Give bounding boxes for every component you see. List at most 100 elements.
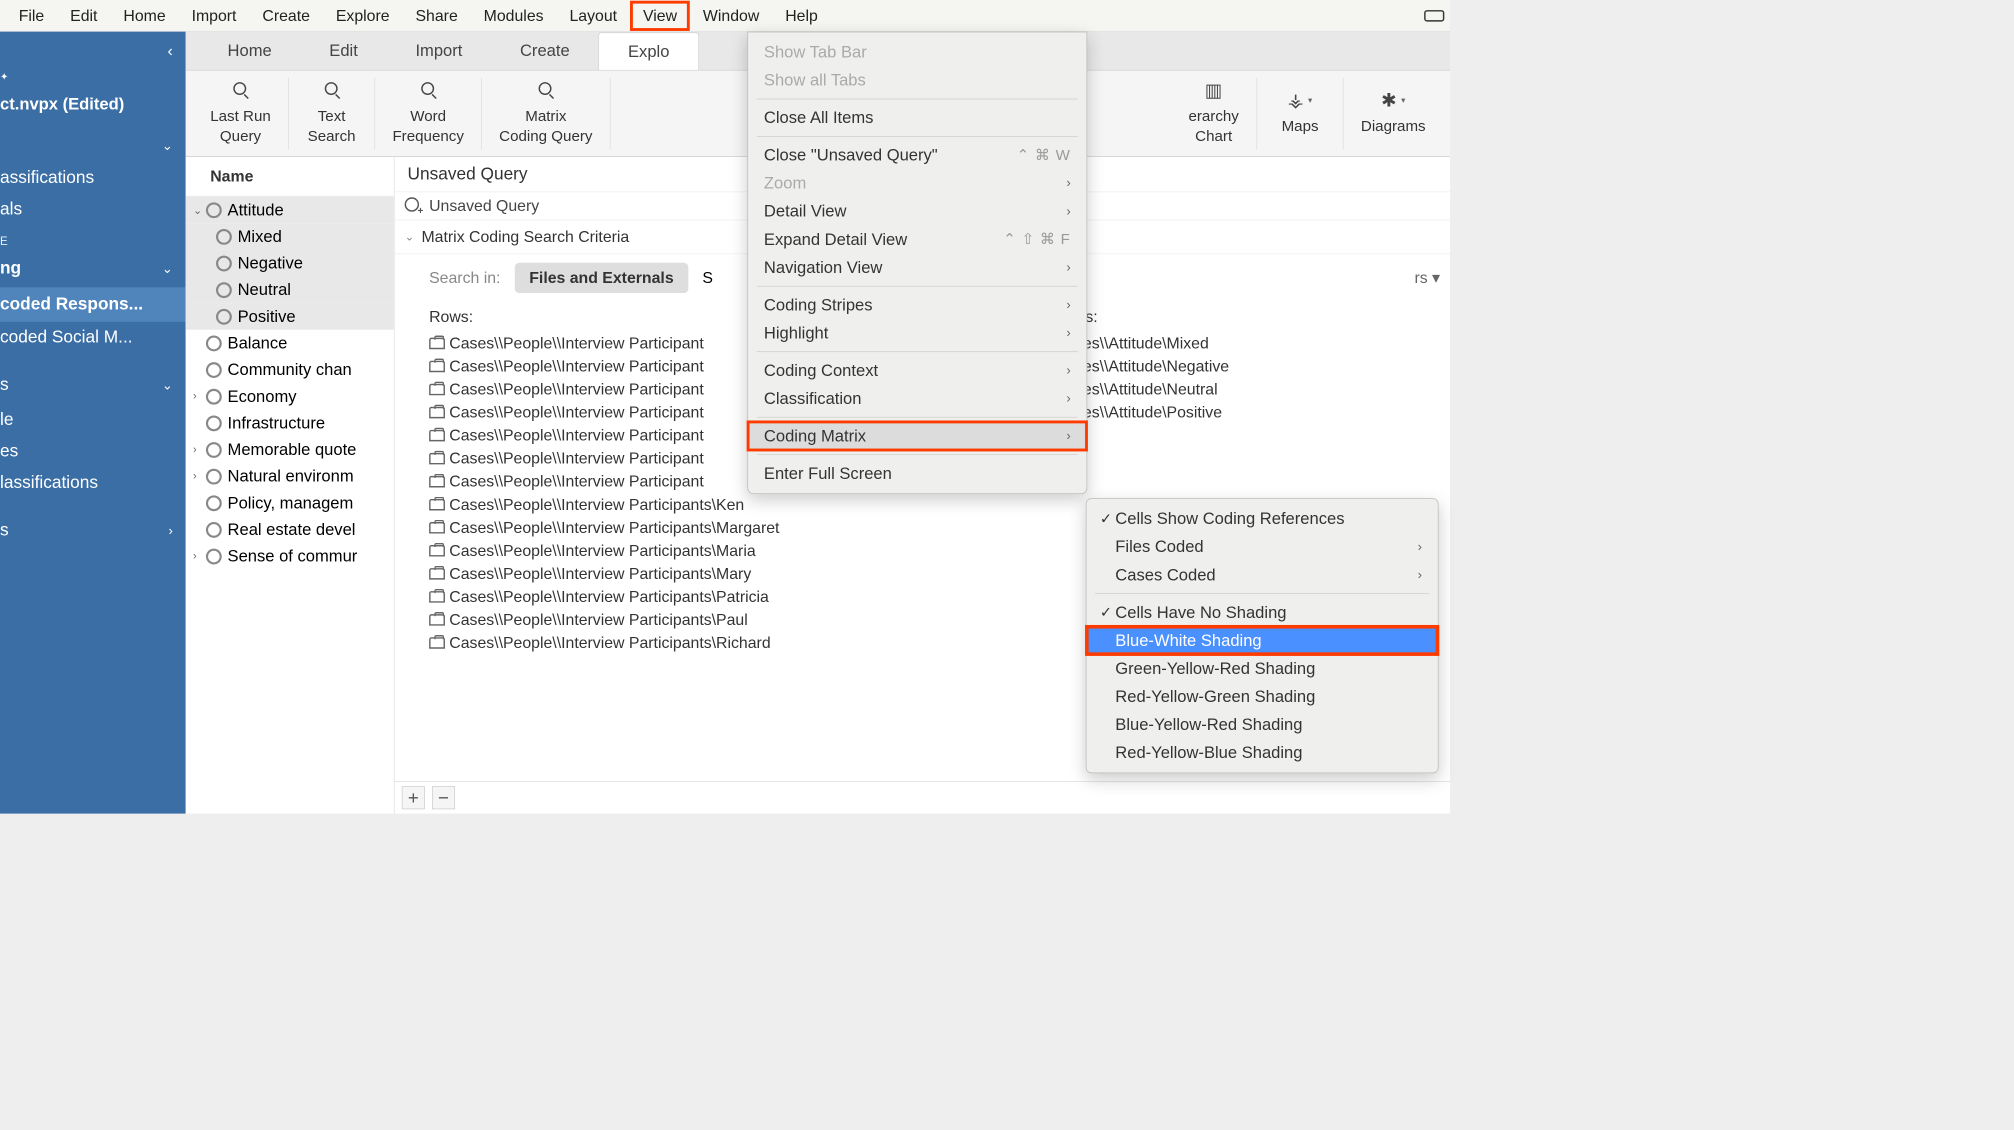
word-frequency-button[interactable]: Word Frequency [375,77,482,149]
last-run-query-button[interactable]: Last Run Query [193,77,289,149]
case-icon [429,453,445,465]
list-item-realestate[interactable]: Real estate devel [186,516,394,543]
diagrams-button[interactable]: ✱ ▾ Diagrams [1344,77,1443,149]
menu-create[interactable]: Create [249,0,322,30]
sidebar-item[interactable]: es [0,436,186,468]
submenu-item[interactable]: ✓Cells Show Coding References [1086,505,1437,533]
bar-chart-icon: ▥ [1204,81,1224,101]
list-item-positive[interactable]: Positive [186,303,394,330]
collapse-chevron-icon[interactable]: ‹ [0,39,186,71]
sidebar-item[interactable]: le [0,404,186,436]
menu-help[interactable]: Help [772,0,831,30]
chevron-right-icon: › [1066,363,1070,378]
magnifier-w-icon [418,81,438,101]
menu-modules[interactable]: Modules [471,0,557,30]
submenu-item[interactable]: Red-Yellow-Blue Shading [1086,739,1437,767]
sidebar-item-autocoded-responses[interactable]: coded Respons... [0,287,186,322]
list-item-infrastructure[interactable]: Infrastructure [186,410,394,437]
row-item[interactable]: Cases\\People\\Interview Participants\Ri… [429,631,1002,654]
hierarchy-chart-button[interactable]: ▥ erarchy Chart [1171,77,1257,149]
menu-item[interactable]: Coding Context› [748,356,1086,384]
submenu-item[interactable]: Green-Yellow-Red Shading [1086,654,1437,682]
row-item[interactable]: Cases\\People\\Interview Participants\Ma… [429,516,1002,539]
case-icon [429,407,445,419]
list-item-negative[interactable]: Negative [186,250,394,277]
menu-window[interactable]: Window [690,0,772,30]
tab-edit[interactable]: Edit [300,32,386,69]
row-item[interactable]: Cases\\People\\Interview Participants\Ma… [429,539,1002,562]
list-item-mixed[interactable]: Mixed [186,223,394,250]
row-item[interactable]: Cases\\People\\Interview Participants\Pa… [429,608,1002,631]
list-item-policy[interactable]: Policy, managem [186,490,394,517]
row-item[interactable]: Cases\\People\\Interview Participants\Pa… [429,585,1002,608]
menu-item[interactable]: Coding Matrix› [748,422,1086,450]
remove-button[interactable]: − [432,786,455,809]
sidebar-item[interactable]: lassifications [0,467,186,499]
menu-layout[interactable]: Layout [557,0,630,30]
menu-item[interactable]: Coding Stripes› [748,291,1086,319]
submenu-item[interactable]: Blue-White Shading [1086,626,1437,654]
magnifier-t-icon [322,81,342,101]
row-item[interactable]: Cases\\People\\Interview Participants\Ke… [429,493,1002,516]
menu-share[interactable]: Share [403,0,471,30]
column-item[interactable]: Codes\\Attitude\Positive [1031,401,1440,424]
submenu-item[interactable]: Cases Coded› [1086,561,1437,589]
chevron-right-icon: › [193,444,206,456]
tab-explore[interactable]: Explo [598,32,698,69]
maps-button[interactable]: ⚶ ▾ Maps [1257,77,1343,149]
text-search-button[interactable]: Text Search [289,77,375,149]
list-item-sense[interactable]: ›Sense of commur [186,543,394,570]
menu-home[interactable]: Home [110,0,178,30]
submenu-item[interactable]: Files Coded› [1086,533,1437,561]
sidebar-item-classifications[interactable]: assifications [0,162,186,194]
column-item[interactable]: Codes\\Attitude\Negative [1031,355,1440,378]
tab-import[interactable]: Import [387,32,492,69]
sidebar-item-externals[interactable]: als [0,194,186,226]
menu-item[interactable]: Close All Items [748,104,1086,132]
menu-explore[interactable]: Explore [323,0,403,30]
menu-file[interactable]: File [6,0,57,30]
list-item-memorable[interactable]: ›Memorable quote [186,436,394,463]
list-item-balance[interactable]: Balance [186,330,394,357]
list-item-economy[interactable]: ›Economy [186,383,394,410]
list-header-name[interactable]: Name [186,157,394,197]
filters-dropdown[interactable]: rs ▾ [1414,269,1440,288]
add-button[interactable]: + [402,786,425,809]
list-item-attitude[interactable]: ⌄Attitude [186,197,394,224]
case-icon [429,614,445,626]
menu-view[interactable]: View [630,0,690,30]
chevron-right-icon: › [1066,204,1070,219]
submenu-item[interactable]: Blue-Yellow-Red Shading [1086,711,1437,739]
menu-item[interactable]: Navigation View› [748,253,1086,281]
tab-home[interactable]: Home [199,32,301,69]
menu-edit[interactable]: Edit [57,0,110,30]
sidebar-section-cases[interactable]: s⌄ [0,366,186,403]
submenu-item[interactable]: ✓Cells Have No Shading [1086,598,1437,626]
menu-item[interactable]: Close "Unsaved Query"⌃ ⌘ W [748,141,1086,169]
sidebar-section-notes[interactable]: s› [0,512,186,549]
chevron-right-icon: › [1418,539,1422,554]
list-item-natural[interactable]: ›Natural environm [186,463,394,490]
menu-item[interactable]: Highlight› [748,319,1086,347]
sidebar-section-coding[interactable]: ng⌄ [0,250,186,287]
matrix-coding-query-button[interactable]: Matrix Coding Query [482,77,611,149]
menu-item[interactable]: Expand Detail View⌃ ⇧ ⌘ F [748,225,1086,253]
network-icon: ⚶ ▾ [1290,91,1310,111]
node-icon [206,415,222,431]
list-item-neutral[interactable]: Neutral [186,276,394,303]
menu-item[interactable]: Detail View› [748,197,1086,225]
search-in-value[interactable]: Files and Externals [515,263,688,293]
row-item[interactable]: Cases\\People\\Interview Participants\Ma… [429,562,1002,585]
menu-import[interactable]: Import [179,0,250,30]
sidebar-section[interactable]: ⌄ [0,130,186,162]
node-icon [206,202,222,218]
menu-item[interactable]: Classification› [748,384,1086,412]
column-item[interactable]: Codes\\Attitude\Mixed [1031,332,1440,355]
system-menubar: File Edit Home Import Create Explore Sha… [0,0,1450,32]
column-item[interactable]: Codes\\Attitude\Neutral [1031,378,1440,401]
menu-item[interactable]: Enter Full Screen [748,459,1086,487]
sidebar-item-autocoded-social[interactable]: coded Social M... [0,322,186,354]
list-item-community[interactable]: Community chan [186,356,394,383]
tab-create[interactable]: Create [491,32,598,69]
submenu-item[interactable]: Red-Yellow-Green Shading [1086,683,1437,711]
